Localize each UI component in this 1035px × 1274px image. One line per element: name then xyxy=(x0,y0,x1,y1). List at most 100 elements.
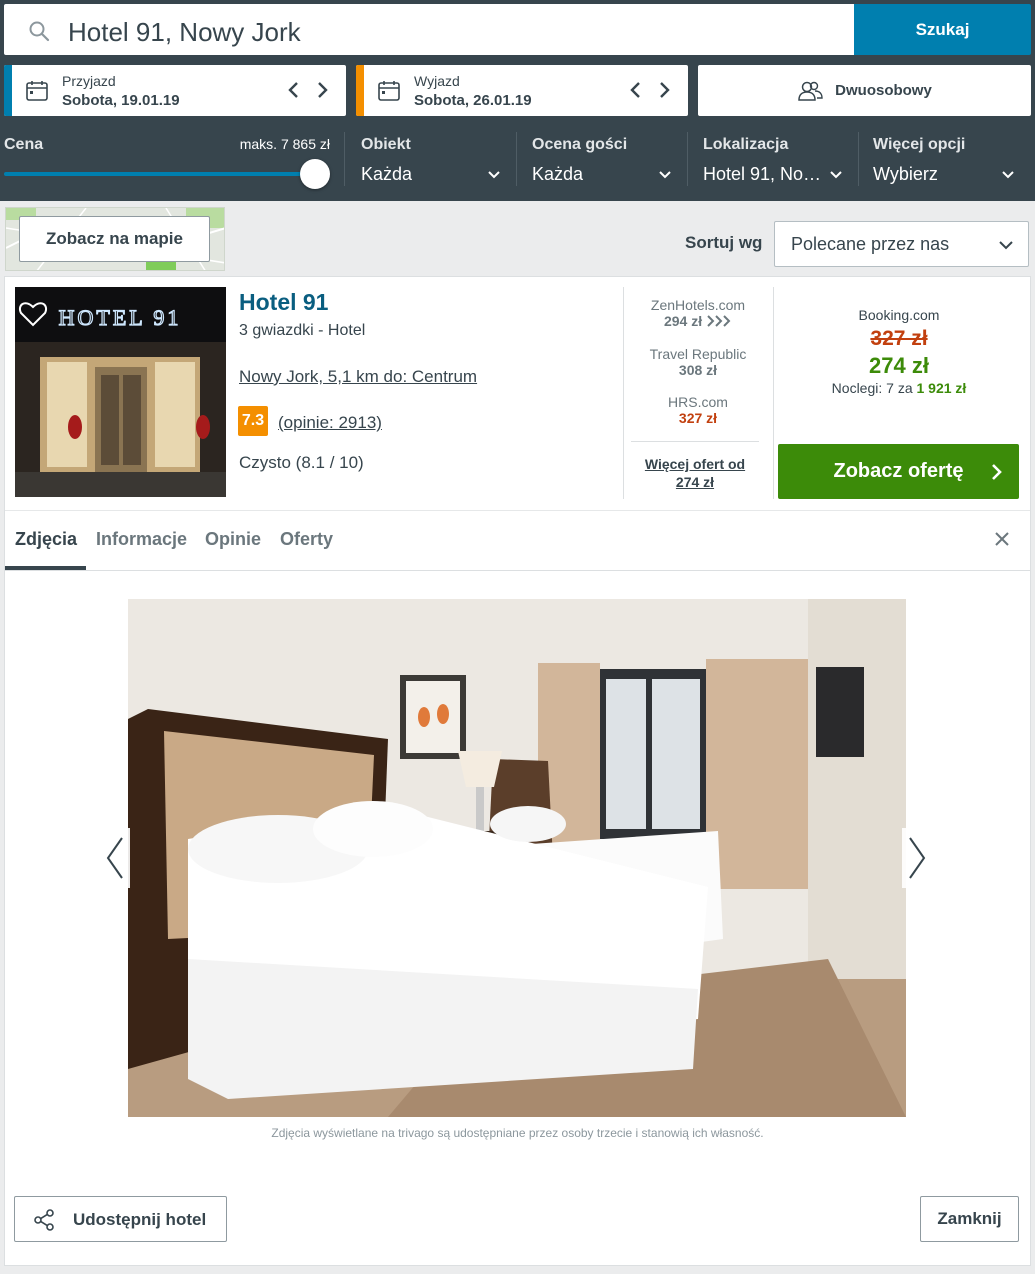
calendar-icon xyxy=(378,81,400,101)
deal-hrs[interactable]: HRS.com 327 zł xyxy=(625,394,771,426)
price-filter-max: maks. 7 865 zł xyxy=(239,136,330,152)
sort-label: Sortuj wg xyxy=(685,233,763,252)
more-offers-label: Więcej ofert od xyxy=(644,456,746,472)
chevron-right-icon[interactable] xyxy=(314,79,330,101)
chevron-down-icon xyxy=(488,171,500,179)
chevron-right-icon xyxy=(909,837,926,879)
close-icon[interactable] xyxy=(992,529,1012,549)
filter-divider xyxy=(344,132,345,186)
chevron-right-icon[interactable] xyxy=(656,79,672,101)
rating-filter-title: Ocena gości xyxy=(532,136,628,153)
rating-filter-value: Każda xyxy=(532,164,584,184)
top-offer-partner: Booking.com xyxy=(858,307,940,323)
chevron-down-icon xyxy=(830,171,842,179)
checkin-date-picker[interactable]: Przyjazd Sobota, 19.01.19 xyxy=(4,65,346,116)
search-header: Hotel 91, Nowy Jork Szukaj Przyjazd Sobo… xyxy=(0,0,1035,201)
search-box[interactable]: Hotel 91, Nowy Jork xyxy=(4,4,854,55)
photo-gallery[interactable] xyxy=(128,599,906,1117)
tab-reviews[interactable]: Opinie xyxy=(205,529,261,550)
old-price: 327 zł xyxy=(870,327,928,350)
deal-partner: HRS.com xyxy=(668,394,728,410)
svg-text:HOTEL 91: HOTEL 91 xyxy=(59,305,182,330)
top-offer: Booking.com 327 zł 274 zł Noclegi: 7 za … xyxy=(775,307,1023,396)
calendar-icon xyxy=(26,81,48,101)
more-filter-value: Wybierz xyxy=(873,164,938,184)
offer-price: 274 zł xyxy=(869,353,929,378)
hotel-room-photo xyxy=(128,599,906,1117)
view-offer-label: Zobacz ofertę xyxy=(833,460,964,482)
deal-price: 308 zł xyxy=(678,362,718,378)
triple-chevron-icon xyxy=(707,315,731,327)
room-type-selector[interactable]: Dwuosobowy xyxy=(698,65,1031,116)
chevron-left-icon[interactable] xyxy=(628,79,644,101)
more-offers-link[interactable]: Więcej ofert od 274 zł xyxy=(631,441,759,491)
chevron-left-icon xyxy=(106,837,123,879)
chevron-down-icon xyxy=(999,241,1013,250)
hotel-location-link[interactable]: Nowy Jork, 5,1 km do: Centrum xyxy=(239,367,477,387)
property-filter-title: Obiekt xyxy=(361,136,411,153)
price-filter-title: Cena xyxy=(4,136,44,153)
view-offer-button[interactable]: Zobacz ofertę xyxy=(778,444,1019,499)
share-label: Udostępnij hotel xyxy=(73,1210,207,1229)
search-icon xyxy=(29,21,50,42)
deal-zenhotels[interactable]: ZenHotels.com 294 zł xyxy=(625,297,771,329)
price-slider-track[interactable] xyxy=(4,172,314,176)
property-type-filter[interactable]: Obiekt Każda xyxy=(361,126,511,196)
photo-disclaimer: Zdjęcia wyświetlane na trivago są udostę… xyxy=(271,1126,764,1140)
room-type-label: Dwuosobowy xyxy=(835,82,932,99)
search-button[interactable]: Szukaj xyxy=(854,4,1031,55)
close-button[interactable]: Zamknij xyxy=(920,1196,1019,1242)
tab-info[interactable]: Informacje xyxy=(96,529,187,550)
checkout-value: Sobota, 26.01.19 xyxy=(414,92,532,109)
hotel-facade-image: HOTEL 91 xyxy=(15,287,226,497)
gallery-next-button[interactable] xyxy=(902,828,930,888)
active-tab-indicator xyxy=(5,566,86,570)
hotel-category: 3 gwiazdki - Hotel xyxy=(239,322,366,339)
tab-offers[interactable]: Oferty xyxy=(280,529,333,550)
deal-partner: Travel Republic xyxy=(649,346,747,362)
more-options-filter[interactable]: Więcej opcji Wybierz xyxy=(873,126,1025,196)
deal-travel-republic[interactable]: Travel Republic 308 zł xyxy=(625,346,771,378)
location-filter-value: Hotel 91, No… xyxy=(703,164,822,184)
show-map-button[interactable]: Zobacz na mapie xyxy=(19,216,210,262)
deal-price: 294 zł xyxy=(625,313,771,329)
column-divider xyxy=(623,287,624,499)
filter-divider xyxy=(687,132,688,186)
guest-rating-filter[interactable]: Ocena gości Każda xyxy=(532,126,682,196)
sort-value: Polecane przez nas xyxy=(791,234,950,254)
hotel-card: HOTEL 91 Hotel 91 3 gwiazdki - Hotel Now… xyxy=(4,276,1031,1266)
checkout-stripe xyxy=(356,65,364,116)
checkout-label: Wyjazd xyxy=(414,73,460,89)
filter-divider xyxy=(516,132,517,186)
hotel-photo[interactable]: HOTEL 91 xyxy=(15,287,226,497)
share-icon xyxy=(34,1209,54,1231)
price-filter[interactable]: Cena maks. 7 865 zł xyxy=(4,126,330,196)
search-input[interactable]: Hotel 91, Nowy Jork xyxy=(68,17,301,48)
hotel-name[interactable]: Hotel 91 xyxy=(239,289,328,316)
filter-divider xyxy=(858,132,859,186)
checkin-value: Sobota, 19.01.19 xyxy=(62,92,180,109)
column-divider xyxy=(773,287,774,499)
share-hotel-button[interactable]: Udostępnij hotel xyxy=(14,1196,227,1242)
reviews-link[interactable]: (opinie: 2913) xyxy=(278,413,382,433)
detail-tabs: Zdjęcia Informacje Opinie Oferty xyxy=(5,511,1030,571)
location-filter[interactable]: Lokalizacja Hotel 91, No… xyxy=(703,126,853,196)
checkin-label: Przyjazd xyxy=(62,73,116,89)
tab-photos[interactable]: Zdjęcia xyxy=(15,529,77,550)
gallery-prev-button[interactable] xyxy=(102,828,130,888)
deal-price: 327 zł xyxy=(678,410,718,426)
chevron-right-icon xyxy=(992,464,1002,480)
rating-badge: 7.3 xyxy=(238,406,268,436)
deal-partner: ZenHotels.com xyxy=(650,297,746,313)
nights-total: Noclegi: 7 za 1 921 zł xyxy=(831,380,967,396)
chevron-down-icon xyxy=(659,171,671,179)
cleanliness-score: Czysto (8.1 / 10) xyxy=(239,453,364,472)
location-filter-title: Lokalizacja xyxy=(703,136,789,153)
sort-select[interactable]: Polecane przez nas xyxy=(774,221,1029,267)
property-filter-value: Każda xyxy=(361,164,413,184)
chevron-left-icon[interactable] xyxy=(286,79,302,101)
checkout-date-picker[interactable]: Wyjazd Sobota, 26.01.19 xyxy=(356,65,688,116)
price-slider-handle[interactable] xyxy=(300,159,330,189)
checkin-stripe xyxy=(4,65,12,116)
chevron-down-icon xyxy=(1002,171,1014,179)
